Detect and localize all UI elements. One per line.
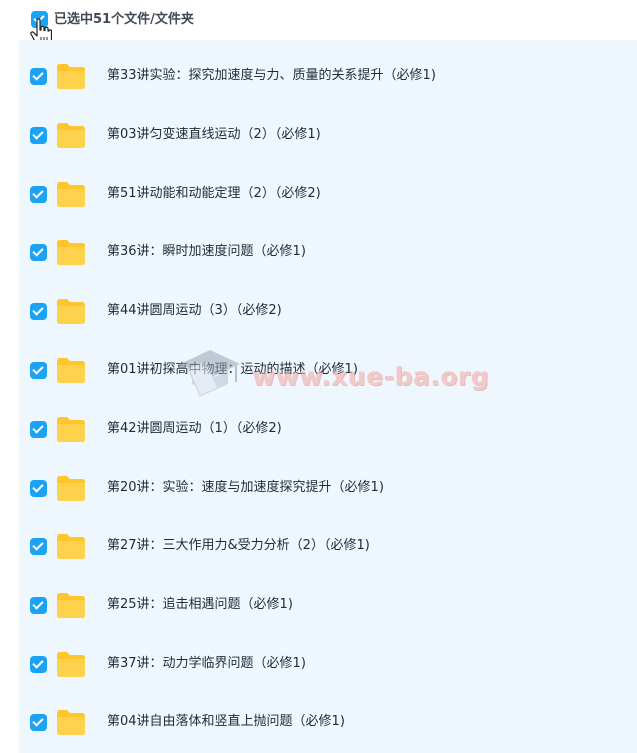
list-item[interactable]: 第04讲自由落体和竖直上抛问题（必修1)	[19, 694, 637, 753]
list-item[interactable]: 第25讲：追击相遇问题（必修1)	[19, 577, 637, 636]
selection-header: 已选中51个文件/文件夹	[0, 0, 637, 46]
list-item[interactable]: 第01讲初探高中物理：运动的描述（必修1)	[19, 342, 637, 401]
item-name[interactable]: 第25讲：追击相遇问题（必修1)	[107, 595, 293, 615]
item-name[interactable]: 第51讲动能和动能定理（2）（必修2)	[107, 184, 321, 204]
item-checkbox[interactable]	[30, 244, 47, 261]
list-item[interactable]: 第33讲实验：探究加速度与力、质量的关系提升（必修1)	[19, 48, 637, 107]
item-name[interactable]: 第37讲：动力学临界问题（必修1)	[107, 654, 306, 674]
item-name[interactable]: 第27讲：三大作用力&受力分析（2）（必修1)	[107, 536, 370, 556]
selection-count-label: 已选中51个文件/文件夹	[54, 12, 194, 27]
folder-icon	[57, 534, 85, 559]
list-item[interactable]: 第36讲：瞬时加速度问题（必修1)	[19, 224, 637, 283]
folder-icon	[57, 417, 85, 442]
item-name[interactable]: 第03讲匀变速直线运动（2）（必修1)	[107, 125, 321, 145]
item-name[interactable]: 第04讲自由落体和竖直上抛问题（必修1)	[107, 712, 345, 732]
folder-icon	[57, 64, 85, 89]
file-list: 第33讲实验：探究加速度与力、质量的关系提升（必修1) 第03讲匀变速直线运动（…	[19, 40, 637, 753]
item-name[interactable]: 第01讲初探高中物理：运动的描述（必修1)	[107, 360, 358, 380]
item-checkbox[interactable]	[30, 362, 47, 379]
item-name[interactable]: 第33讲实验：探究加速度与力、质量的关系提升（必修1)	[107, 66, 436, 86]
item-checkbox[interactable]	[30, 714, 47, 731]
item-checkbox[interactable]	[30, 68, 47, 85]
item-name[interactable]: 第42讲圆周运动（1）（必修2)	[107, 419, 282, 439]
item-checkbox[interactable]	[30, 186, 47, 203]
folder-icon	[57, 476, 85, 501]
item-name[interactable]: 第44讲圆周运动（3）（必修2)	[107, 301, 282, 321]
folder-icon	[57, 299, 85, 324]
folder-icon	[57, 710, 85, 735]
list-item[interactable]: 第42讲圆周运动（1）（必修2)	[19, 401, 637, 460]
list-item[interactable]: 第37讲：动力学临界问题（必修1)	[19, 636, 637, 695]
item-checkbox[interactable]	[30, 656, 47, 673]
list-item[interactable]: 第03讲匀变速直线运动（2）（必修1)	[19, 107, 637, 166]
list-item[interactable]: 第27讲：三大作用力&受力分析（2）（必修1)	[19, 518, 637, 577]
list-item[interactable]: 第20讲：实验：速度与加速度探究提升（必修1)	[19, 460, 637, 519]
folder-icon	[57, 652, 85, 677]
folder-icon	[57, 240, 85, 265]
folder-icon	[57, 123, 85, 148]
item-checkbox[interactable]	[30, 421, 47, 438]
list-item[interactable]: 第51讲动能和动能定理（2）（必修2)	[19, 166, 637, 225]
folder-icon	[57, 182, 85, 207]
item-checkbox[interactable]	[30, 480, 47, 497]
list-item[interactable]: 第44讲圆周运动（3）（必修2)	[19, 283, 637, 342]
item-name[interactable]: 第36讲：瞬时加速度问题（必修1)	[107, 242, 306, 262]
item-checkbox[interactable]	[30, 303, 47, 320]
folder-icon	[57, 358, 85, 383]
item-checkbox[interactable]	[30, 127, 47, 144]
item-checkbox[interactable]	[30, 538, 47, 555]
folder-icon	[57, 593, 85, 618]
item-checkbox[interactable]	[30, 597, 47, 614]
item-name[interactable]: 第20讲：实验：速度与加速度探究提升（必修1)	[107, 478, 384, 498]
